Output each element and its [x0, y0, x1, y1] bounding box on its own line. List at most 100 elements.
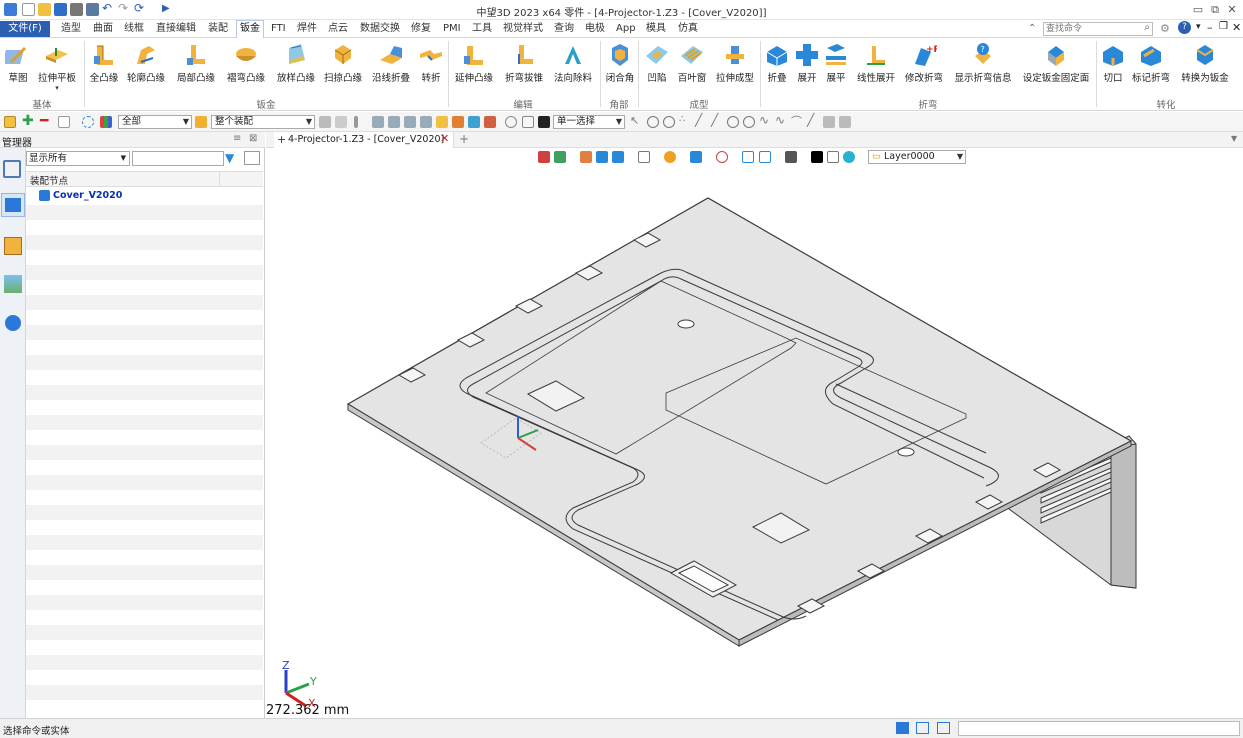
partial-flange-button[interactable]: 局部凸缘	[175, 40, 217, 98]
component-icon[interactable]	[484, 116, 496, 128]
cursor-icon[interactable]: ↖	[630, 114, 642, 127]
menu-visual-style[interactable]: 视觉样式	[500, 21, 546, 37]
pen-icon[interactable]: ╱	[807, 113, 819, 127]
tree-row-root[interactable]: Cover_V2020	[26, 188, 263, 204]
lasso-select-icon[interactable]	[82, 116, 94, 128]
status-display-icon[interactable]	[916, 722, 929, 734]
menu-pmi[interactable]: PMI	[440, 21, 464, 37]
align-icon[interactable]	[354, 116, 358, 128]
linear-unfold-button[interactable]: 线性展开	[854, 40, 898, 98]
layer-filter-icon[interactable]	[319, 116, 331, 128]
user-icon[interactable]	[5, 315, 21, 331]
assembly-scope-icon[interactable]	[195, 116, 207, 128]
menu-data-exchange[interactable]: 数据交换	[357, 21, 403, 37]
tree-options-icon[interactable]	[244, 151, 260, 165]
jog-button[interactable]: 转折	[418, 40, 444, 98]
column-divider[interactable]	[219, 172, 220, 187]
menu-direct-edit[interactable]: 直接编辑	[153, 21, 199, 37]
stretch-form-button[interactable]: 拉伸成型	[713, 40, 757, 98]
filter-icon[interactable]: ▼	[225, 151, 234, 165]
menu-pointcloud[interactable]: 点云	[325, 21, 351, 37]
sweep-flange-button[interactable]: 扫掠凸缘	[322, 40, 364, 98]
menu-wireframe[interactable]: 线框	[121, 21, 147, 37]
points-icon[interactable]: ∴	[679, 114, 691, 126]
menu-repair[interactable]: 修复	[408, 21, 434, 37]
tab-list-icon[interactable]: ▼	[1231, 134, 1237, 143]
rip-button[interactable]: 切口	[1099, 40, 1127, 98]
restore-doc-icon[interactable]: ❐	[1219, 21, 1228, 32]
show-filter-combo[interactable]: 显示所有 ▼	[26, 151, 130, 166]
sheet-metal-part[interactable]	[266, 148, 1243, 718]
print-view-icon[interactable]	[335, 116, 347, 128]
curve-icon[interactable]: ∿	[759, 113, 771, 127]
align-left-icon[interactable]	[372, 116, 384, 128]
status-view-icon[interactable]	[896, 722, 909, 734]
close-corner-button[interactable]: 闭合角	[603, 40, 637, 98]
image-icon[interactable]	[4, 275, 22, 293]
restore-small-icon[interactable]: ▭	[1190, 3, 1206, 16]
extrude-plate-dropdown-icon[interactable]: ▾	[36, 84, 78, 92]
convert-sheetmetal-button[interactable]: 转换为钣金	[1177, 40, 1233, 98]
distribute-icon[interactable]	[420, 116, 432, 128]
profile-flange-button[interactable]: 轮廓凸缘	[126, 40, 166, 98]
loft-flange-button[interactable]: 放样凸缘	[275, 40, 317, 98]
menu-file[interactable]: 文件(F)	[0, 21, 50, 37]
new-tab-icon[interactable]: +	[459, 132, 469, 146]
menu-tools[interactable]: 工具	[469, 21, 495, 37]
circle-icon[interactable]	[727, 116, 739, 128]
close-app-icon[interactable]: ✕	[1224, 3, 1240, 16]
unfold-button[interactable]: 展开	[793, 40, 821, 98]
arc-icon[interactable]: ⌒	[791, 113, 803, 128]
manager-search-input[interactable]	[132, 151, 224, 166]
command-input[interactable]	[958, 721, 1240, 736]
bend-info-button[interactable]: ? 显示折弯信息	[951, 40, 1015, 98]
help-dropdown-icon[interactable]: ▾	[1196, 22, 1201, 32]
filter-color-icon[interactable]	[100, 116, 112, 128]
minimize-doc-icon[interactable]: –	[1207, 21, 1213, 34]
assembly-scope-combo[interactable]: 整个装配 ▼	[211, 115, 315, 129]
command-search-input[interactable]	[1044, 23, 1136, 35]
add-icon[interactable]: ✚	[22, 113, 34, 129]
settings-icon[interactable]: ⚙	[1160, 22, 1170, 35]
menu-weldment[interactable]: 焊件	[294, 21, 320, 37]
stop-icon[interactable]	[538, 116, 550, 128]
sheet-icon[interactable]	[823, 116, 835, 128]
history-tree-icon[interactable]	[3, 160, 21, 178]
line-through-icon[interactable]: ╱	[711, 113, 723, 127]
menu-assembly[interactable]: 装配	[205, 21, 231, 37]
command-search[interactable]: ⌕	[1043, 22, 1153, 36]
fold-button[interactable]: 折叠	[763, 40, 791, 98]
remove-icon[interactable]: ━	[40, 113, 52, 129]
menu-fti[interactable]: FTI	[268, 21, 289, 37]
filter-combo[interactable]: 全部 ▼	[118, 115, 192, 129]
close-tab-icon[interactable]: ✕	[440, 132, 449, 145]
full-flange-button[interactable]: 全凸缘	[87, 40, 121, 98]
collapse-ribbon-icon[interactable]: ⌃	[1028, 23, 1036, 34]
menu-app[interactable]: App	[613, 21, 639, 37]
status-window-icon[interactable]	[937, 722, 950, 734]
dimple-button[interactable]: 凹陷	[641, 40, 673, 98]
louver-button[interactable]: 百叶窗	[675, 40, 709, 98]
flatten-button[interactable]: 展平	[823, 40, 849, 98]
bracket-icon[interactable]	[522, 116, 534, 128]
line-icon[interactable]: ╱	[695, 113, 707, 127]
play-icon[interactable]	[663, 116, 675, 128]
fixed-face-button[interactable]: 设定钣金固定面	[1019, 40, 1093, 98]
bend-taper-button[interactable]: 折弯拔锥	[502, 40, 546, 98]
pin-icon[interactable]: ≡	[233, 133, 241, 144]
pick-point-icon[interactable]	[647, 116, 659, 128]
history-icon[interactable]	[505, 116, 517, 128]
align-right-icon[interactable]	[404, 116, 416, 128]
menu-electrode[interactable]: 电极	[582, 21, 608, 37]
menu-query[interactable]: 查询	[551, 21, 577, 37]
sketch-button[interactable]: 草图	[2, 40, 34, 98]
menu-mold[interactable]: 模具	[643, 21, 669, 37]
polygon-icon[interactable]	[743, 116, 755, 128]
close-doc-icon[interactable]: ✕	[1232, 21, 1241, 34]
spline-icon[interactable]: ∿	[775, 113, 787, 127]
assembly-icon[interactable]	[468, 116, 480, 128]
box-select-icon[interactable]	[58, 116, 70, 128]
menu-surface[interactable]: 曲面	[90, 21, 116, 37]
help-icon[interactable]: ?	[1178, 21, 1191, 34]
layer-icon[interactable]	[436, 116, 448, 128]
